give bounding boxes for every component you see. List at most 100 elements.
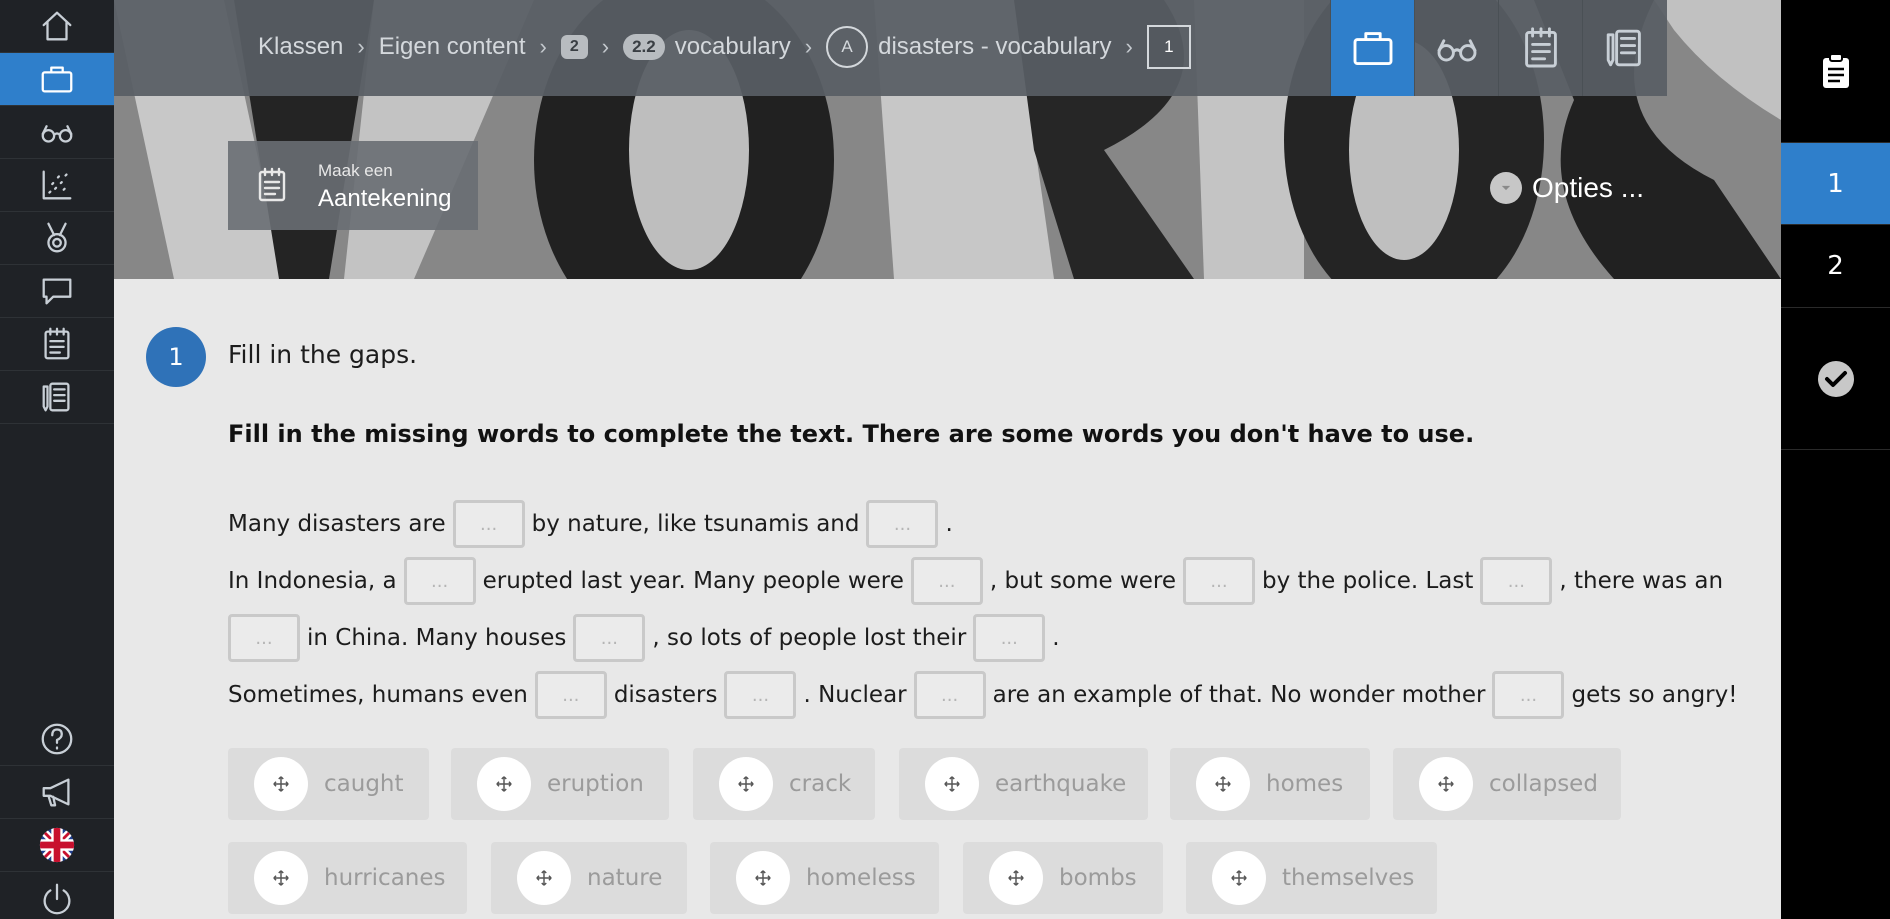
- right-panel: 1 2: [1781, 0, 1890, 919]
- word-chip-label: bombs: [1059, 865, 1137, 891]
- move-icon: [477, 757, 531, 811]
- sidebar-item-briefcase[interactable]: [0, 53, 114, 106]
- uk-flag-icon: [39, 827, 75, 863]
- text-segment: disasters: [613, 682, 718, 708]
- text-segment: . Nuclear: [803, 682, 907, 708]
- question-nav-2[interactable]: 2: [1781, 225, 1890, 308]
- toolbar-briefcase-button[interactable]: [1330, 0, 1414, 96]
- briefcase-icon: [1353, 32, 1392, 66]
- gap-field[interactable]: ...: [228, 614, 300, 662]
- toolbar-notepad-button[interactable]: [1498, 0, 1582, 96]
- text-segment: .: [1052, 625, 1060, 651]
- sidebar-item-notepad[interactable]: [0, 318, 114, 371]
- move-icon: [1212, 851, 1266, 905]
- gap-field[interactable]: ...: [973, 614, 1046, 662]
- power-icon: [43, 883, 71, 914]
- gap-field[interactable]: ...: [403, 557, 476, 605]
- sidebar-item-logout[interactable]: [0, 872, 114, 919]
- word-chip[interactable]: eruption: [451, 748, 669, 820]
- left-sidebar: [0, 0, 114, 919]
- word-chip[interactable]: bombs: [963, 842, 1163, 914]
- breadcrumb-vocabulary[interactable]: vocabulary: [675, 33, 791, 61]
- move-icon: [254, 757, 308, 811]
- make-note-button[interactable]: Maak een Aantekening: [228, 141, 478, 230]
- gap-field[interactable]: ...: [910, 557, 983, 605]
- sidebar-item-chart[interactable]: [0, 159, 114, 212]
- chat-icon: [42, 278, 72, 305]
- notes-button[interactable]: [1781, 0, 1890, 143]
- check-answers-button[interactable]: [1781, 308, 1890, 450]
- sidebar-item-help[interactable]: [0, 713, 114, 766]
- move-icon: [719, 757, 773, 811]
- word-chip[interactable]: crack: [693, 748, 875, 820]
- gap-field[interactable]: ...: [1480, 557, 1553, 605]
- home-icon: [42, 11, 72, 41]
- chevron-right-icon: ›: [804, 34, 813, 59]
- word-chip-label: eruption: [547, 771, 644, 797]
- text-segment: by nature, like tsunamis and: [531, 511, 860, 537]
- gap-field[interactable]: ...: [573, 614, 646, 662]
- word-chip-label: nature: [587, 865, 663, 891]
- breadcrumb-level-badge[interactable]: 2: [560, 35, 588, 59]
- text-segment: Many disasters are: [228, 511, 446, 537]
- breadcrumb-eigen-content[interactable]: Eigen content: [379, 33, 526, 61]
- word-chip[interactable]: collapsed: [1393, 748, 1621, 820]
- gap-field[interactable]: ...: [724, 671, 797, 719]
- breadcrumb-klassen[interactable]: Klassen: [258, 33, 343, 61]
- word-chip[interactable]: nature: [491, 842, 687, 914]
- toolbar-glasses-button[interactable]: [1414, 0, 1498, 96]
- gap-field[interactable]: ...: [534, 671, 607, 719]
- options-dropdown[interactable]: Opties ...: [1490, 172, 1644, 204]
- gap-field[interactable]: ...: [913, 671, 986, 719]
- briefcase-icon: [41, 66, 73, 93]
- chevron-right-icon: ›: [601, 34, 610, 59]
- word-chip[interactable]: earthquake: [899, 748, 1148, 820]
- sidebar-item-notebook[interactable]: [0, 371, 114, 424]
- word-chip-label: homes: [1266, 771, 1344, 797]
- word-chip[interactable]: caught: [228, 748, 429, 820]
- move-icon: [736, 851, 790, 905]
- word-chip[interactable]: homeless: [710, 842, 939, 914]
- move-icon: [1196, 757, 1250, 811]
- sidebar-item-announcements[interactable]: [0, 766, 114, 819]
- question-title: Fill in the gaps.: [228, 340, 418, 369]
- note-button-caption: Maak een: [318, 161, 393, 180]
- word-chip[interactable]: homes: [1170, 748, 1370, 820]
- sidebar-item-glasses[interactable]: [0, 106, 114, 159]
- gap-field[interactable]: ...: [1183, 557, 1256, 605]
- breadcrumb-disasters-vocabulary[interactable]: disasters - vocabulary: [878, 33, 1111, 61]
- word-chip-label: hurricanes: [324, 865, 446, 891]
- move-icon: [254, 851, 308, 905]
- breadcrumb-page-box[interactable]: 1: [1146, 25, 1191, 69]
- note-button-label: Aantekening: [318, 185, 452, 212]
- sidebar-item-medal[interactable]: [0, 212, 114, 265]
- medal-icon: [47, 222, 67, 253]
- breadcrumb-chapter-badge[interactable]: 2.2: [623, 34, 665, 60]
- text-segment: gets so angry!: [1571, 682, 1738, 708]
- breadcrumb: Klassen › Eigen content › 2 › 2.2 vocabu…: [258, 24, 1191, 70]
- toolbar-notebook-button[interactable]: [1582, 0, 1667, 96]
- question-instruction: Fill in the missing words to complete th…: [228, 420, 1475, 448]
- clipboard-icon: [1822, 53, 1849, 88]
- sidebar-item-chat[interactable]: [0, 265, 114, 318]
- glasses-icon: [1437, 39, 1476, 62]
- gap-field[interactable]: ...: [1492, 671, 1565, 719]
- help-icon: [41, 723, 73, 755]
- notepad-icon: [258, 167, 286, 202]
- text-segment: erupted last year. Many people were: [482, 568, 904, 594]
- sidebar-item-language[interactable]: [0, 819, 114, 872]
- word-chip[interactable]: hurricanes: [228, 842, 467, 914]
- gap-field[interactable]: ...: [866, 500, 939, 548]
- breadcrumb-section-circle[interactable]: A: [826, 26, 869, 68]
- sidebar-item-home[interactable]: [0, 0, 114, 53]
- glasses-icon: [41, 125, 73, 143]
- text-segment: are an example of that. No wonder mother: [992, 682, 1486, 708]
- word-chip[interactable]: themselves: [1186, 842, 1437, 914]
- text-segment: In Indonesia, a: [228, 568, 397, 594]
- question-nav-1[interactable]: 1: [1781, 143, 1890, 225]
- word-chip-label: collapsed: [1489, 771, 1598, 797]
- text-line: Many disasters are ... by nature, like t…: [228, 499, 953, 549]
- move-icon: [517, 851, 571, 905]
- gap-field[interactable]: ...: [452, 500, 525, 548]
- text-line: ... in China. Many houses ... , so lots …: [228, 613, 1060, 663]
